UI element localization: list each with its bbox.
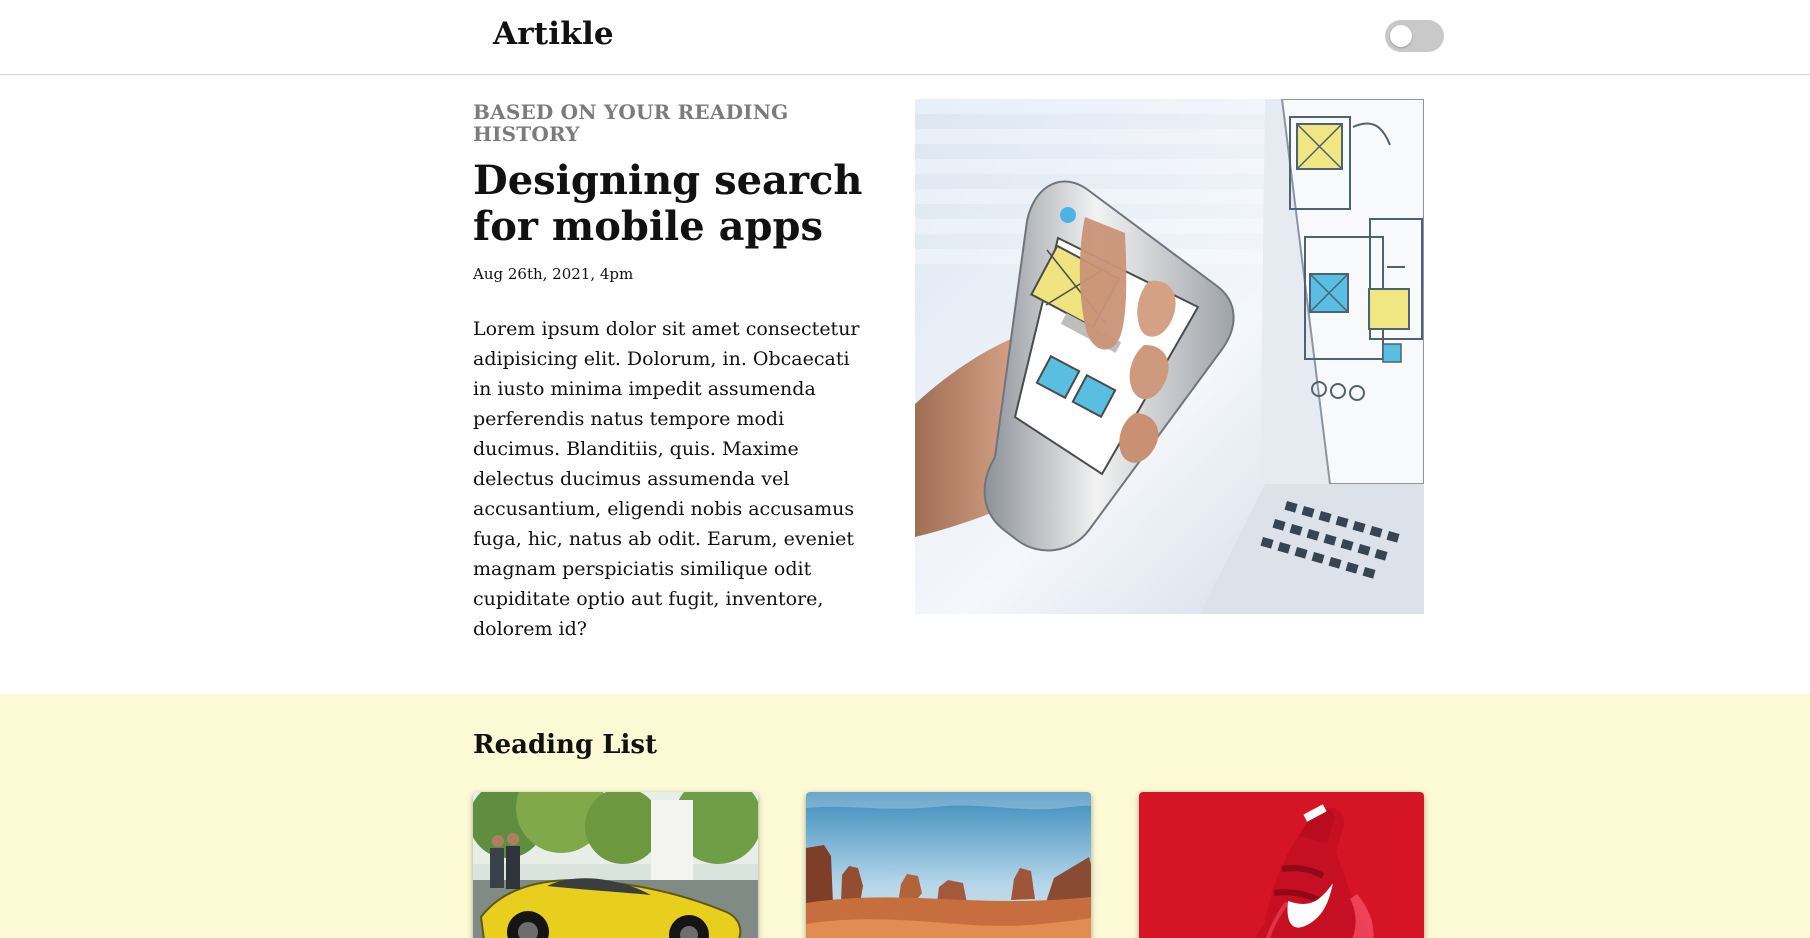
mobile-wireframe-illustration <box>915 99 1424 614</box>
reading-card-desert[interactable] <box>806 792 1091 938</box>
recommendation-label: BASED ON YOUR READING HISTORY <box>473 100 789 146</box>
theme-toggle-knob <box>1390 25 1412 47</box>
article-title[interactable]: Designing search for mobile apps <box>473 158 873 250</box>
article-date: Aug 26th, 2021, 4pm <box>473 265 634 283</box>
article-excerpt: Lorem ipsum dolor sit amet consectetur a… <box>473 318 860 640</box>
featured-article: BASED ON YOUR READING HISTORY Designing … <box>0 75 1810 694</box>
reading-card-car[interactable] <box>473 792 758 938</box>
desert-landscape-image <box>806 792 1091 938</box>
reading-card-sneaker[interactable] <box>1139 792 1424 938</box>
top-navigation: Artikle <box>0 0 1810 75</box>
reading-list-section: Reading List <box>0 694 1810 938</box>
featured-article-image[interactable] <box>915 99 1424 614</box>
yellow-sports-car-image <box>473 792 758 938</box>
reading-list-title: Reading List <box>473 730 657 760</box>
site-logo[interactable]: Artikle <box>493 16 614 52</box>
red-sneaker-image <box>1139 792 1424 938</box>
theme-toggle[interactable] <box>1385 20 1444 52</box>
